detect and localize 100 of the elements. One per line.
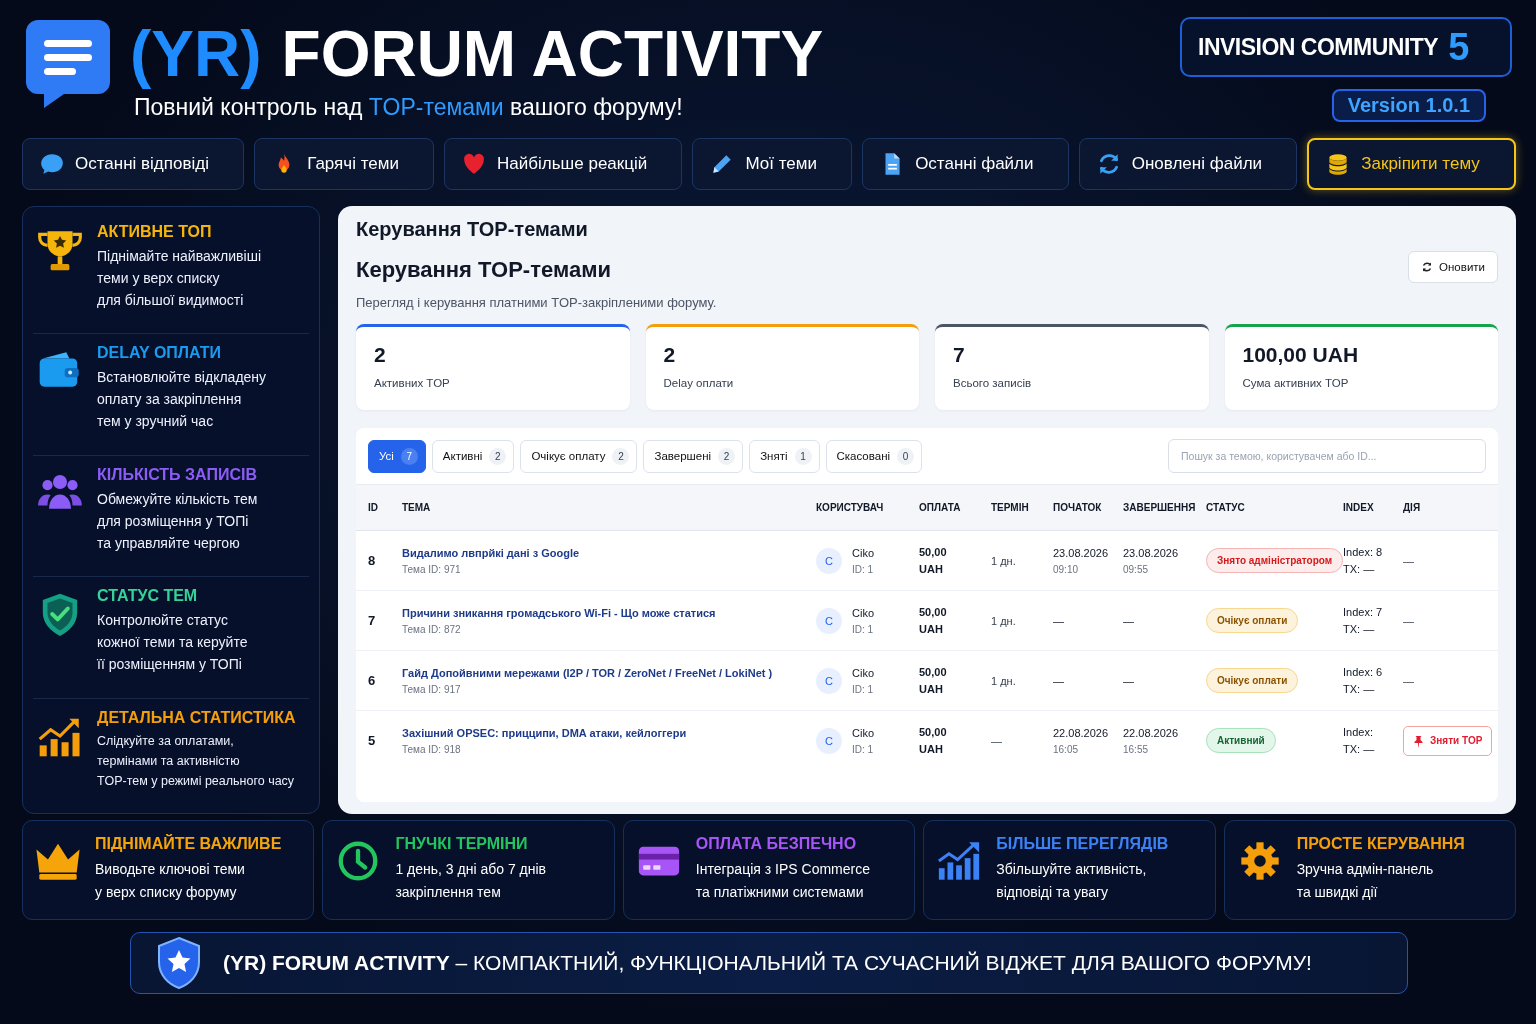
column-header: СТАТУС xyxy=(1206,502,1245,513)
feature-title: DELAY ОПЛАТИ xyxy=(97,344,223,363)
term-cell: 1 дн. xyxy=(991,614,1016,627)
count-badge: 2 xyxy=(489,447,507,465)
start-date: — xyxy=(1053,614,1065,627)
feature-description: Обмежуйте кількість тем для розміщення у ТОПі та управляйте чергою xyxy=(97,489,258,553)
count-badge: 7 xyxy=(400,447,418,465)
topic-id: Тема ID: 872 xyxy=(402,623,462,635)
stat-label: Всього записів xyxy=(953,377,1033,389)
stat-value: 7 xyxy=(953,343,966,367)
end-date: 23.08.2026 xyxy=(1123,546,1180,559)
end-date: — xyxy=(1123,674,1135,687)
page-title: FORUM ACTIVITY xyxy=(281,17,824,92)
status-badge: Очікує оплати xyxy=(1206,668,1299,693)
stat-label: Активних TOP xyxy=(374,377,451,389)
feature-description: Збільшуйте активність, відповіді та увагу xyxy=(996,860,1148,902)
action-cell: — xyxy=(1403,554,1414,567)
refresh-icon xyxy=(1421,261,1434,273)
nav-tab[interactable]: Останні файли xyxy=(862,138,1069,190)
version-badge: Version 1.0.1 xyxy=(1331,89,1486,122)
payment-amount: 50,00 UAH xyxy=(919,724,948,757)
pin-icon xyxy=(1413,734,1424,747)
column-header: ПОЧАТОК xyxy=(1053,502,1102,513)
filter-tab[interactable]: Зняті 1 xyxy=(749,439,820,473)
search-field[interactable]: Пошук за темою, користувачем або ID... xyxy=(1168,439,1486,473)
nav-tab[interactable]: Найбільше реакцій xyxy=(444,138,683,190)
count-badge: 2 xyxy=(718,447,736,465)
topic-link[interactable]: Гайд Допойвними мережами (I2P / TOR / ZeroNet / FreeNet / LokiNet ) xyxy=(402,666,804,679)
topic-link[interactable]: Причини зникання громадського Wi-Fi - Що може статися xyxy=(402,606,804,619)
end-time: 09:55 xyxy=(1123,563,1150,575)
refresh-button[interactable]: Оновити xyxy=(1408,251,1498,283)
start-date: 22.08.2026 xyxy=(1053,726,1110,739)
footer-tagline: (YR) FORUM ACTIVITY – КОМПАКТНИЙ, ФУНКЦІОНАЛЬНИЙ ТА СУЧАСНИЙ ВІДЖЕТ ДЛЯ ВАШОГО ФОРУМУ! xyxy=(223,951,1312,975)
feature-title: ДЕТАЛЬНА СТАТИСТИКА xyxy=(97,708,296,727)
start-date: 23.08.2026 xyxy=(1053,546,1110,559)
filter-tab[interactable]: Завершені 2 xyxy=(643,439,744,473)
filter-tab[interactable]: Усі 7 xyxy=(368,439,426,473)
index-value: Index: 7 xyxy=(1343,606,1384,618)
nav-tab[interactable]: Останні відповіді xyxy=(22,138,245,190)
end-date: 22.08.2026 xyxy=(1123,726,1180,739)
shield-star-icon xyxy=(155,936,203,990)
user-name: Ciko xyxy=(852,666,874,679)
column-header: ЗАВЕРШЕННЯ xyxy=(1123,502,1196,513)
nav-tab[interactable]: Оновлені файли xyxy=(1078,138,1298,190)
title-prefix: (YR) xyxy=(130,17,262,92)
stat-value: 2 xyxy=(663,343,677,367)
feature-description: Встановлюйте відкладену оплату за закріплення тем у зручний час xyxy=(97,368,267,432)
topic-link[interactable]: Захішний OPSEC: прицципи, DMA атаки, кейлоггери xyxy=(402,726,804,739)
platform-name: INVISION COMMUNITY xyxy=(1198,33,1439,61)
status-badge: Активний xyxy=(1206,728,1276,754)
tx-value: TX: — xyxy=(1343,683,1376,695)
feature-title: КІЛЬКІСТЬ ЗАПИСІВ xyxy=(97,465,258,484)
feature-title: ПІДНІМАЙТЕ ВАЖЛИВЕ xyxy=(95,835,282,853)
user-name: Ciko xyxy=(852,606,874,619)
action-cell: — xyxy=(1403,674,1414,687)
stat-label: Сума активних TOP xyxy=(1242,377,1350,389)
column-header: ТЕРМІН xyxy=(991,502,1029,513)
payment-amount: 50,00 UAH xyxy=(919,544,948,577)
stat-value: 100,00 UAH xyxy=(1242,343,1360,367)
column-header: КОРИСТУВАЧ xyxy=(816,502,884,513)
end-date: — xyxy=(1123,614,1135,627)
feature-description: Інтеграція з IPS Commerce та платіжними системами xyxy=(695,860,870,902)
user-name: Ciko xyxy=(852,726,874,739)
index-value: Index: 8 xyxy=(1343,546,1384,558)
topic-link[interactable]: Видалимо лвпрйкі дані з Google xyxy=(402,546,804,559)
feature-title: БІЛЬШЕ ПЕРЕГЛЯДІВ xyxy=(996,835,1169,853)
feature-title: АКТИВНЕ ТОП xyxy=(97,223,213,241)
filter-tab[interactable]: Скасовані 0 xyxy=(825,439,923,473)
count-badge: 1 xyxy=(794,447,812,465)
user-avatar: C xyxy=(816,727,842,754)
feature-title: ГНУЧКІ ТЕРМІНИ xyxy=(395,835,529,853)
nav-tab[interactable]: Закріпити тему xyxy=(1307,138,1516,190)
topic-id: Тема ID: 971 xyxy=(402,563,462,575)
tx-value: TX: — xyxy=(1343,563,1376,575)
unpin-button[interactable]: Зняти TOP xyxy=(1403,725,1493,756)
feature-description: Виводьте ключові теми у верх списку форуму xyxy=(95,860,246,902)
nav-tab[interactable]: Мої теми xyxy=(692,138,853,190)
tx-value: TX: — xyxy=(1343,623,1376,635)
start-time: 09:10 xyxy=(1053,563,1080,575)
id-cell: 7 xyxy=(368,613,376,628)
payment-amount: 50,00 UAH xyxy=(919,604,948,637)
breadcrumb-title: Керування TOP-темами xyxy=(356,218,589,241)
column-header: ID xyxy=(368,502,378,513)
filter-tab[interactable]: Активні 2 xyxy=(431,439,515,473)
index-value: Index: xyxy=(1343,726,1374,739)
filter-tab[interactable]: Очікує оплату 2 xyxy=(520,439,638,473)
feature-description: Контролюйте статус кожної теми та керуйте її розміщенням у ТОПі xyxy=(97,611,248,675)
user-name: Ciko xyxy=(852,546,874,559)
term-cell: — xyxy=(991,734,1002,747)
panel-heading: Керування TOP-темами xyxy=(356,257,612,283)
feature-description: Піднімайте найважливіші теми у верх списку для більшої видимості xyxy=(97,247,261,310)
user-avatar: C xyxy=(816,607,842,634)
term-cell: 1 дн. xyxy=(991,674,1016,687)
id-cell: 8 xyxy=(368,553,376,568)
speech-bubble-icon xyxy=(39,151,65,177)
nav-tab[interactable]: Гарячі теми xyxy=(254,138,435,190)
platform-version: 5 xyxy=(1448,27,1470,67)
user-id: ID: 1 xyxy=(852,683,874,695)
id-cell: 6 xyxy=(368,673,376,688)
user-id: ID: 1 xyxy=(852,563,874,575)
